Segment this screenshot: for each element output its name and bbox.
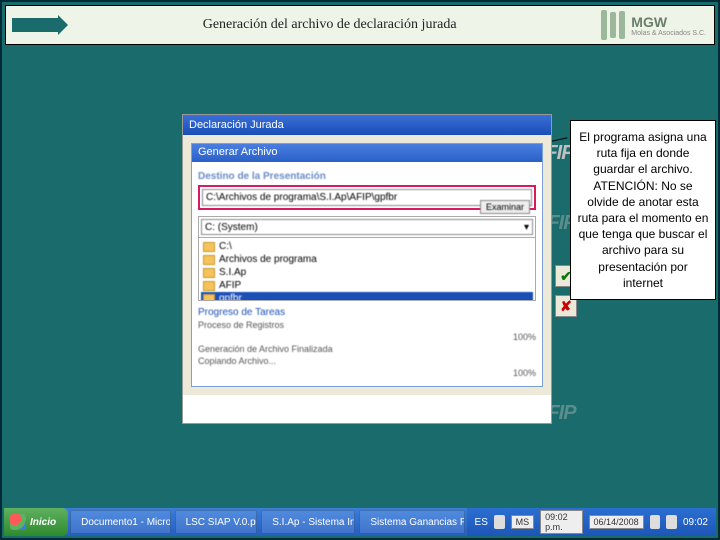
callout-box: El programa asigna una ruta fija en dond…: [570, 120, 716, 300]
taskbar-item[interactable]: S.I.Ap - Sistema Int...: [261, 510, 355, 534]
drive-label: C: (System): [205, 222, 258, 233]
taskbar-item[interactable]: LSC SIAP V.0.ppt: [175, 510, 258, 534]
tray-icon[interactable]: [494, 515, 505, 529]
folder-item[interactable]: AFIP: [201, 279, 533, 292]
folder-list[interactable]: C:\ Archivos de programa S.I.Ap AFIP gpf…: [199, 238, 535, 300]
folder-item[interactable]: Archivos de programa: [201, 253, 533, 266]
tray-clock: 09:02: [683, 517, 708, 528]
tray-ms: MS: [511, 515, 535, 529]
folder-icon: [203, 242, 215, 252]
folder-icon: [203, 281, 215, 291]
window-titlebar: Declaración Jurada: [183, 115, 551, 135]
tray-icon[interactable]: [650, 515, 661, 529]
system-tray: ES MS 09:02 p.m. 06/14/2008 09:02: [467, 508, 716, 536]
folder-item[interactable]: S.I.Ap: [201, 266, 533, 279]
folder-item-selected[interactable]: gpfbr: [201, 292, 533, 300]
progress-section: Progreso de Tareas Proceso de Registros …: [198, 307, 536, 378]
task-pct: 100%: [513, 332, 536, 342]
task-row: Generación de Archivo Finalizada: [198, 344, 333, 354]
arrow-right-icon: [12, 18, 58, 32]
tray-time: 09:02 p.m.: [540, 510, 582, 534]
language-indicator[interactable]: ES: [475, 517, 488, 528]
taskbar-item[interactable]: Sistema Ganancias Pe...: [359, 510, 464, 534]
drive-dropdown[interactable]: C: (System) ▾: [201, 219, 533, 235]
app-window: Declaración Jurada Generar Archivo Desti…: [182, 114, 552, 424]
folder-icon: [203, 268, 215, 278]
windows-logo-icon: [10, 514, 26, 530]
brand-name: MGW: [631, 14, 706, 30]
slide: Generación del archivo de declaración ju…: [0, 0, 720, 540]
chevron-down-icon: ▾: [524, 222, 529, 233]
taskbar: Inicio Documento1 - Micros... LSC SIAP V…: [4, 508, 716, 536]
generate-file-dialog: Generar Archivo Destino de la Presentaci…: [191, 143, 543, 387]
tray-date: 06/14/2008: [589, 515, 644, 529]
task-row: Copiando Archivo...: [198, 356, 276, 366]
destination-label: Destino de la Presentación: [198, 171, 536, 182]
dialog-title: Generar Archivo: [192, 144, 542, 162]
slide-header: Generación del archivo de declaración ju…: [5, 5, 715, 45]
folder-item[interactable]: C:\: [201, 240, 533, 253]
x-icon: ✘: [560, 298, 572, 315]
start-button[interactable]: Inicio: [4, 508, 68, 536]
folder-icon: [203, 255, 215, 265]
task-pct: 100%: [513, 368, 536, 378]
taskbar-item[interactable]: Documento1 - Micros...: [70, 510, 170, 534]
slide-title: Generación del archivo de declaración ju…: [58, 17, 601, 33]
folder-icon: [203, 294, 215, 301]
logo-bars-icon: [601, 10, 625, 40]
progress-label: Progreso de Tareas: [198, 307, 536, 318]
tray-icon[interactable]: [666, 515, 677, 529]
brand-sub: Molas & Asociados S.C.: [631, 30, 706, 37]
browse-button[interactable]: Examinar: [480, 200, 530, 214]
brand-logo: MGW Molas & Asociados S.C.: [601, 10, 714, 40]
window-body: Generar Archivo Destino de la Presentaci…: [183, 135, 551, 395]
folder-browser: C: (System) ▾ C:\ Archivos de programa S…: [198, 216, 536, 301]
start-label: Inicio: [30, 517, 56, 528]
callout-text: El programa asigna una ruta fija en dond…: [578, 130, 709, 290]
task-row: Proceso de Registros: [198, 320, 284, 330]
